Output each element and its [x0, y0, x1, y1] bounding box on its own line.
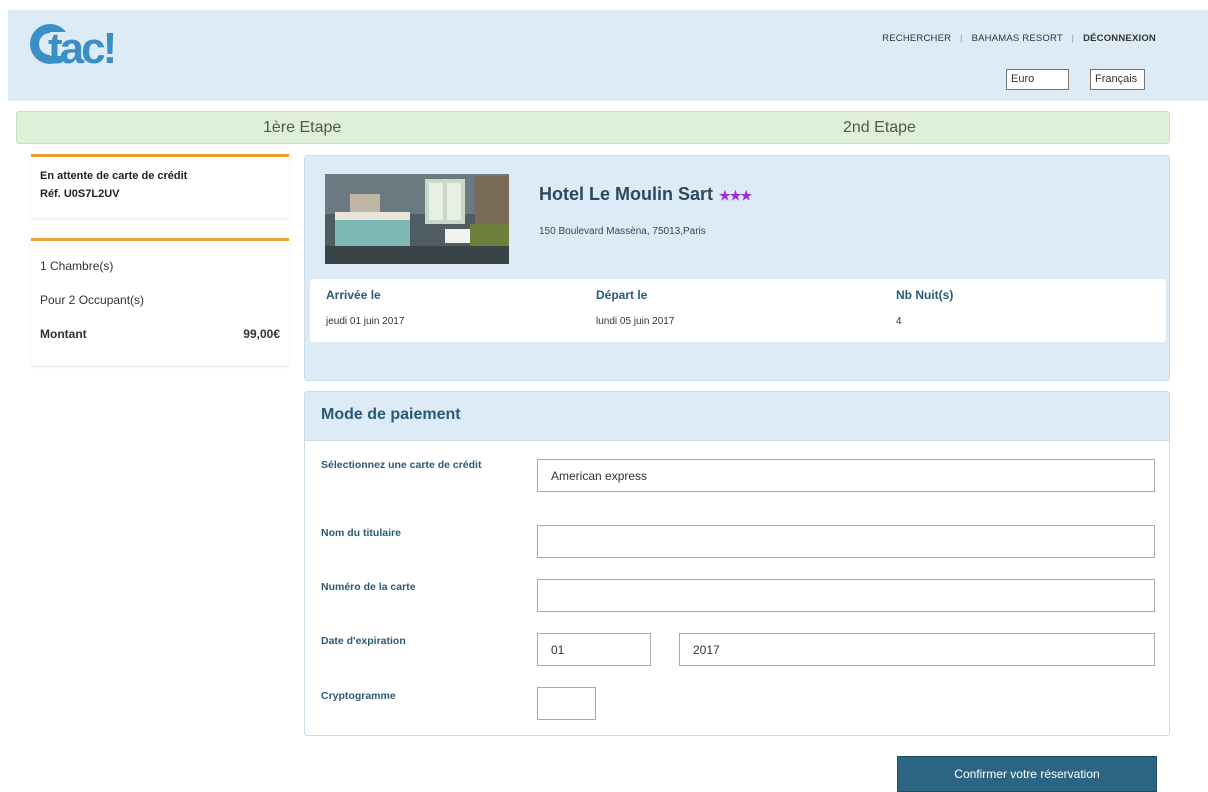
hotel-details-panel: Hotel Le Moulin Sart ★★★ 150 Boulevard Ma…	[304, 155, 1170, 381]
holder-name-input[interactable]	[537, 525, 1155, 558]
nav-separator: |	[1071, 33, 1075, 44]
top-navigation: RECHERCHER | BAHAMAS RESORT | DÉCONNEXIO…	[882, 33, 1156, 44]
hotel-name[interactable]: Hotel Le Moulin Sart ★★★	[539, 184, 752, 205]
nights-value: 4	[896, 316, 902, 327]
rooms-count: 1 Chambre(s)	[40, 259, 114, 273]
departure-column: Départ le lundi 05 juin 2017	[596, 288, 674, 327]
cvv-input[interactable]	[537, 687, 596, 720]
booking-summary-card: 1 Chambre(s) Pour 2 Occupant(s) Montant …	[31, 238, 289, 366]
cvv-label: Cryptogramme	[321, 690, 396, 702]
expiry-year-select[interactable]: 2017	[679, 633, 1155, 666]
nav-rechercher[interactable]: RECHERCHER	[882, 33, 951, 44]
hotel-name-text[interactable]: Hotel Le Moulin Sart	[539, 184, 713, 204]
arrival-label: Arrivée le	[326, 288, 381, 302]
site-header: tac! RECHERCHER | BAHAMAS RESORT | DÉCON…	[8, 10, 1208, 101]
card-type-select[interactable]: American express	[537, 459, 1155, 492]
card-type-label: Sélectionnez une carte de crédit	[321, 459, 482, 471]
language-select[interactable]: Français	[1090, 69, 1145, 90]
nav-deconnexion[interactable]: DÉCONNEXION	[1083, 33, 1156, 44]
step-1: 1ère Etape	[263, 119, 342, 136]
step-progress-bar: 1ère Etape 2nd Etape	[16, 111, 1170, 144]
expiry-month-select[interactable]: 01	[537, 633, 651, 666]
currency-select[interactable]: Euro	[1006, 69, 1069, 90]
nights-column: Nb Nuit(s) 4	[896, 288, 953, 327]
step-2: 2nd Etape	[843, 119, 916, 136]
nav-separator: |	[960, 33, 963, 44]
nights-label: Nb Nuit(s)	[896, 288, 954, 302]
status-message: En attente de carte de crédit	[40, 170, 188, 182]
confirm-reservation-button[interactable]: Confirmer votre réservation	[897, 756, 1157, 792]
hotel-stars-icon: ★★★	[719, 188, 752, 203]
holder-name-label: Nom du titulaire	[321, 527, 401, 539]
expiry-label: Date d'expiration	[321, 635, 406, 647]
tac-logo[interactable]: tac!	[28, 18, 148, 70]
hotel-address: 150 Boulevard Massèna, 75013,Paris	[539, 226, 706, 237]
amount-label: Montant	[40, 327, 87, 341]
payment-panel: Mode de paiement Sélectionnez une carte …	[304, 391, 1170, 736]
amount-row: Montant 99,00€	[40, 327, 280, 341]
stay-dates-box: Arrivée le jeudi 01 juin 2017 Départ le …	[310, 279, 1166, 342]
departure-label: Départ le	[596, 288, 648, 302]
payment-title: Mode de paiement	[305, 392, 1169, 441]
arrival-column: Arrivée le jeudi 01 juin 2017	[326, 288, 404, 327]
arrival-date: jeudi 01 juin 2017	[326, 316, 405, 327]
nav-bahamas-resort[interactable]: BAHAMAS RESORT	[972, 33, 1063, 44]
card-number-label: Numéro de la carte	[321, 581, 416, 593]
logo-text: tac!	[48, 24, 114, 70]
occupants-count: Pour 2 Occupant(s)	[40, 293, 145, 307]
booking-reference: Réf. U0S7L2UV	[40, 188, 120, 200]
departure-date: lundi 05 juin 2017	[596, 316, 675, 327]
card-number-input[interactable]	[537, 579, 1155, 612]
hotel-photo	[325, 174, 509, 264]
amount-value: 99,00€	[243, 327, 280, 341]
booking-status-card: En attente de carte de crédit Réf. U0S7L…	[31, 154, 289, 218]
